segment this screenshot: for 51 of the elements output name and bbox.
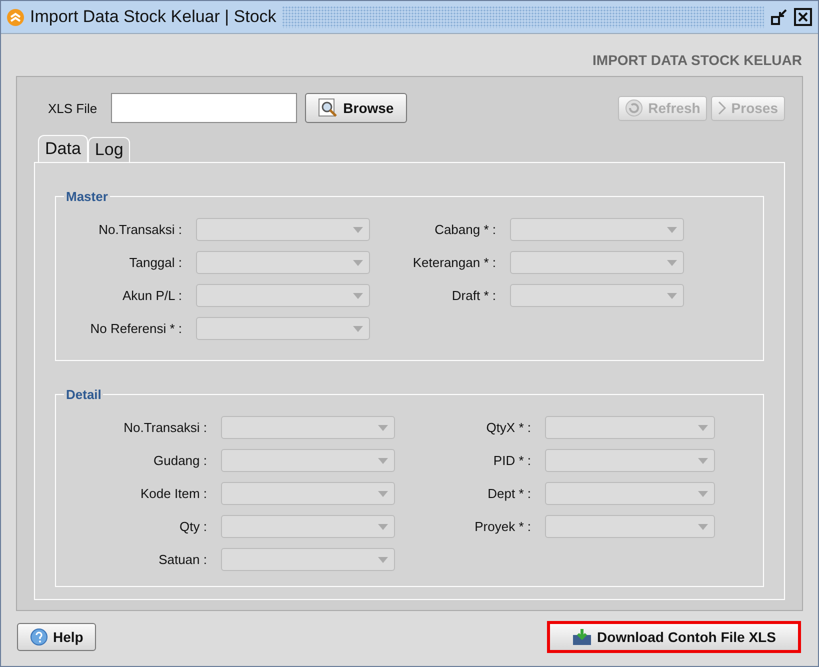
field-label: PID * : <box>492 453 531 468</box>
field-label: Qty : <box>178 519 207 534</box>
download-icon <box>572 628 592 646</box>
field-label: Proyek * : <box>474 519 531 534</box>
caret-icon <box>353 326 363 332</box>
caret-icon <box>378 556 388 562</box>
group-title: Detail <box>65 387 102 402</box>
field-label: No.Transaksi : <box>122 420 207 435</box>
caret-icon <box>667 292 677 298</box>
page-heading: IMPORT DATA STOCK KELUAR <box>592 52 802 68</box>
caret-icon <box>698 524 708 530</box>
caret-icon <box>353 292 363 298</box>
field-label: XLS File <box>48 100 98 116</box>
restore-icon[interactable] <box>770 8 788 26</box>
field-label: No.Transaksi : <box>98 222 182 237</box>
field-label: Gudang : <box>152 453 207 468</box>
help-icon <box>30 628 48 646</box>
app-logo-icon <box>7 8 24 26</box>
field-label: QtyX * : <box>485 420 531 435</box>
caret-icon <box>353 260 363 266</box>
field-label: Tanggal : <box>128 255 182 270</box>
caret-icon <box>667 226 677 232</box>
field-label: Keterangan * : <box>412 255 496 270</box>
field-label: Kode Item : <box>140 486 207 501</box>
field-label: Akun P/L : <box>122 288 182 303</box>
caret-icon <box>667 260 677 266</box>
tab[interactable]: Data <box>38 135 88 162</box>
field-label: Dept * : <box>486 486 531 501</box>
caret-icon <box>378 490 388 496</box>
caret-icon <box>698 490 708 496</box>
caret-icon <box>378 424 388 430</box>
caret-icon <box>378 458 388 464</box>
download-button[interactable]: Download Contoh File XLS <box>547 621 801 653</box>
help-button[interactable]: Help <box>17 623 96 651</box>
close-icon[interactable] <box>794 8 812 26</box>
browse-button[interactable]: Browse <box>305 93 407 123</box>
refresh-icon <box>625 99 644 117</box>
caret-icon <box>353 226 363 232</box>
file-path-field[interactable] <box>111 93 298 123</box>
magnifier-icon <box>318 98 338 118</box>
caret-icon <box>378 524 388 530</box>
window-title: Import Data Stock Keluar | Stock <box>30 7 276 27</box>
caret-icon <box>698 424 708 430</box>
field-label: No Referensi * : <box>89 321 182 336</box>
field-label: Cabang * : <box>434 222 496 237</box>
group-title: Master <box>65 189 109 204</box>
caret-icon <box>698 458 708 464</box>
chevron-icon <box>718 101 726 115</box>
tab[interactable]: Log <box>88 137 130 162</box>
field-label: Satuan : <box>158 552 207 567</box>
field-label: Draft * : <box>450 288 496 303</box>
